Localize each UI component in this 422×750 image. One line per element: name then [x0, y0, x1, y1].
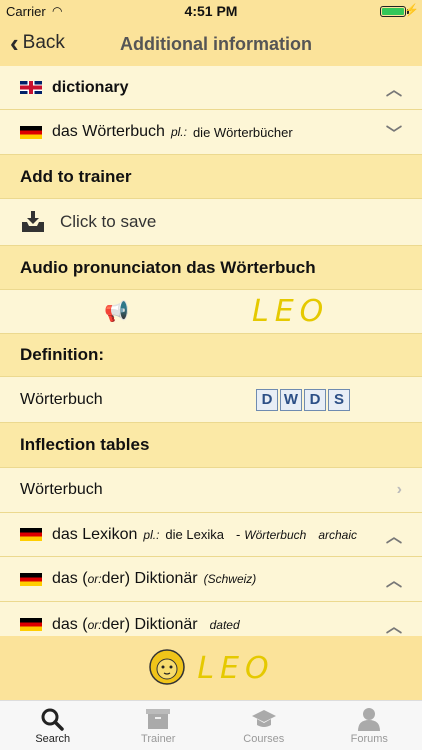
tab-forums[interactable]: Forums: [317, 701, 422, 750]
trainer-header-label: Add to trainer: [20, 166, 132, 186]
or-label: or:: [87, 617, 102, 632]
usage-note: (Schweiz): [203, 572, 257, 586]
related-word-part: der) Diktionär: [101, 615, 198, 633]
plural-value: die Lexika: [165, 527, 224, 542]
chevron-down-icon[interactable]: ﹀: [386, 120, 402, 144]
tab-label: Forums: [350, 732, 388, 745]
inflection-header: Inflection tables: [0, 423, 422, 468]
download-tray-icon: [22, 211, 44, 232]
chevron-up-icon[interactable]: ︿: [386, 567, 402, 591]
related-entry-3[interactable]: das ( or: der) Diktionär dated ︿: [0, 602, 422, 636]
box-icon: [146, 708, 171, 729]
save-row[interactable]: Click to save: [0, 199, 422, 246]
leo-wordmark: LEO: [197, 650, 275, 686]
navigation-bar: ‹ Back Additional information: [0, 22, 422, 66]
tab-label: Search: [35, 732, 71, 745]
inflection-word: Wörterbuch: [20, 481, 103, 498]
search-icon: [41, 708, 64, 731]
related-word: das Lexikon: [52, 525, 138, 543]
details-list[interactable]: dictionary ︿ das Wörterbuch pl.: die Wör…: [0, 66, 422, 636]
definition-header: Definition:: [0, 334, 422, 377]
german-word: das Wörterbuch: [52, 123, 165, 140]
plural-label: pl.:: [170, 125, 187, 139]
trainer-header: Add to trainer: [0, 155, 422, 199]
audio-row: 📢 LEO: [0, 290, 422, 334]
dwds-logo[interactable]: D W D S: [256, 388, 350, 411]
chevron-up-icon[interactable]: ︿: [386, 523, 402, 547]
chevron-up-icon[interactable]: ︿: [386, 613, 402, 637]
tab-search[interactable]: Search: [0, 701, 106, 750]
audio-header-label: Audio pronunciaton das Wörterbuch: [20, 257, 316, 277]
tab-label: Trainer: [141, 732, 176, 745]
audio-header: Audio pronunciaton das Wörterbuch: [0, 246, 422, 290]
megaphone-icon[interactable]: 📢: [104, 299, 129, 324]
tab-courses[interactable]: Courses: [211, 701, 317, 750]
german-flag-icon: [20, 125, 42, 139]
battery-icon: [380, 6, 406, 17]
usage-note: archaic: [318, 527, 358, 542]
uk-flag-icon: [20, 81, 42, 94]
german-flag-icon: [20, 528, 42, 541]
related-word-part: das (: [52, 570, 88, 587]
tab-trainer[interactable]: Trainer: [106, 701, 212, 750]
status-bar: Carrier ◠ 4:51 PM ⚡: [0, 0, 422, 22]
english-word: dictionary: [52, 78, 129, 96]
related-ref: Wörterbuch: [244, 527, 307, 542]
page-title: Additional information: [120, 34, 312, 54]
related-word-part: der) Diktionär: [101, 570, 198, 587]
related-entry-1[interactable]: das Lexikon pl.: die Lexika - Wörterbuch…: [0, 513, 422, 557]
usage-note: dated: [209, 617, 240, 632]
leo-logo[interactable]: LEO: [252, 294, 329, 329]
person-icon: [358, 707, 381, 731]
definition-word: Wörterbuch: [20, 390, 103, 408]
entry-english[interactable]: dictionary ︿: [0, 66, 422, 110]
chevron-up-icon[interactable]: ︿: [386, 76, 402, 100]
plural-value: die Wörterbücher: [192, 124, 293, 140]
clock: 4:51 PM: [184, 3, 238, 19]
graduation-cap-icon: [251, 709, 276, 727]
definition-row: Wörterbuch D W D S: [0, 377, 422, 423]
lion-mascot-icon: [149, 649, 186, 685]
entry-german[interactable]: das Wörterbuch pl.: die Wörterbücher ﹀: [0, 110, 422, 155]
footer-logo: LEO: [0, 636, 422, 700]
dash-separator: -: [235, 527, 241, 542]
definition-header-label: Definition:: [20, 345, 105, 364]
plural-label: pl.:: [143, 527, 160, 542]
save-label: Click to save: [60, 212, 157, 231]
related-word-part: das (: [52, 615, 88, 633]
german-flag-icon: [20, 572, 42, 586]
tab-bar: Search Trainer Courses Forums: [0, 700, 422, 750]
chevron-right-icon: ›: [396, 481, 402, 498]
charging-icon: ⚡: [404, 3, 419, 17]
inflection-row[interactable]: Wörterbuch ›: [0, 468, 422, 513]
or-label: or:: [87, 572, 102, 586]
german-flag-icon: [20, 618, 42, 631]
inflection-header-label: Inflection tables: [20, 435, 150, 454]
related-entry-2[interactable]: das ( or: der) Diktionär (Schweiz) ︿: [0, 557, 422, 602]
tab-label: Courses: [243, 732, 285, 745]
